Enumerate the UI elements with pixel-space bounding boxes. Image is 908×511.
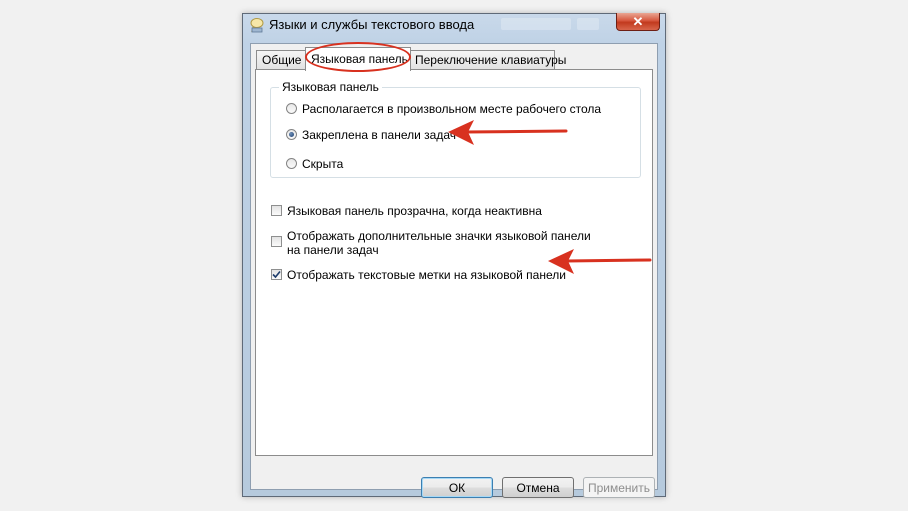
checkbox[interactable] [271, 236, 282, 247]
annotation-arrow-docked [448, 120, 568, 145]
checkbox-label: Отображать текстовые метки на языковой п… [287, 268, 566, 282]
tab-label: Общие [262, 53, 302, 67]
tab-general[interactable]: Общие [256, 50, 308, 69]
close-icon: ✕ [632, 13, 644, 29]
window-title: Языки и службы текстового ввода [269, 17, 475, 32]
checkbox[interactable] [271, 205, 282, 216]
groupbox-legend: Языковая панель [279, 80, 382, 94]
title-bar[interactable]: Языки и службы текстового ввода ✕ [243, 13, 665, 36]
cancel-button-label: Отмена [516, 480, 560, 495]
tab-label: Переключение клавиатуры [415, 53, 567, 67]
radio-button[interactable] [286, 103, 297, 114]
checkbox-checked[interactable] [271, 269, 282, 280]
radio-label: Закреплена в панели задач [302, 128, 456, 142]
cancel-button[interactable]: Отмена [502, 477, 574, 498]
radio-docked-taskbar[interactable]: Закреплена в панели задач [286, 128, 456, 142]
checkmark-icon [272, 270, 281, 279]
radio-hidden[interactable]: Скрыта [286, 157, 343, 171]
radio-button-selected[interactable] [286, 129, 297, 140]
close-button[interactable]: ✕ [616, 13, 660, 31]
tab-highlight-annotation [305, 42, 411, 72]
title-bar-reflection [501, 18, 571, 30]
title-bar-reflection [577, 18, 599, 30]
radio-label: Располагается в произвольном месте рабоч… [302, 102, 602, 116]
radio-label: Скрыта [302, 157, 344, 171]
annotation-arrow-text-labels [548, 249, 652, 274]
checkbox-transparent-inactive[interactable]: Языковая панель прозрачна, когда неактив… [271, 204, 542, 218]
keyboard-language-icon [250, 18, 264, 33]
tab-keyboard-switching[interactable]: Переключение клавиатуры [409, 50, 566, 69]
radio-floating-desktop[interactable]: Располагается в произвольном месте рабоч… [286, 102, 601, 116]
checkbox-label: Языковая панель прозрачна, когда неактив… [287, 204, 542, 218]
apply-button-label: Применить [587, 480, 650, 495]
apply-button[interactable]: Применить [583, 477, 655, 498]
ok-button-label: ОК [448, 480, 466, 495]
ok-button[interactable]: ОК [421, 477, 493, 498]
radio-button[interactable] [286, 158, 297, 169]
checkbox-text-labels[interactable]: Отображать текстовые метки на языковой п… [271, 268, 566, 282]
